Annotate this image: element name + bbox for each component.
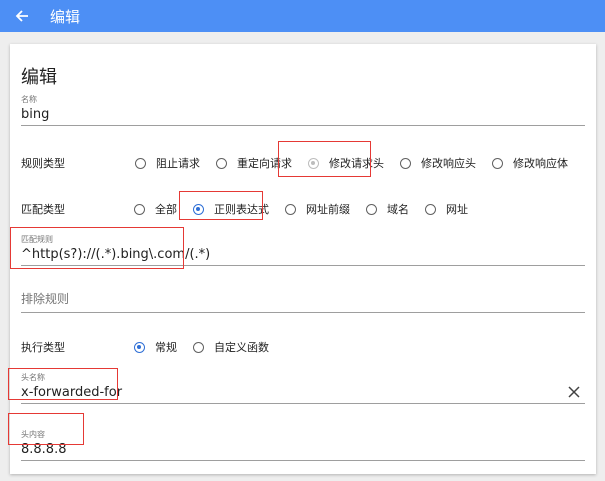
radio-selected-icon[interactable] [134,341,145,353]
name-field[interactable]: 名称 bing [21,94,585,126]
radio-selected-icon[interactable] [193,203,204,215]
option-label: 常规 [155,341,177,354]
app-bar: 编辑 [0,0,605,32]
close-icon [568,386,580,398]
option-label: 正则表达式 [214,203,269,216]
arrow-left-icon [15,10,28,22]
rule-type-option-modify-response-body[interactable]: 修改响应体 [492,155,568,171]
exclude-rule-input[interactable]: 排除规则 [21,290,585,307]
radio-icon[interactable] [134,203,145,215]
radio-icon[interactable] [285,203,296,215]
option-label: 阻止请求 [156,157,200,170]
header-name-underline [21,403,585,404]
card-title: 编辑 [21,67,57,88]
back-button[interactable] [12,6,32,26]
exec-type-row: 执行类型 常规 自定义函数 [21,339,269,355]
header-name-label: 头名称 [21,373,45,382]
exec-type-option-custom-function[interactable]: 自定义函数 [193,339,269,355]
radio-icon[interactable] [193,341,204,353]
header-value-input[interactable]: 8.8.8.8 [21,442,585,457]
rule-type-option-modify-request-header[interactable]: 修改请求头 [308,155,384,171]
header-value-label: 头内容 [21,430,45,439]
option-label: 重定向请求 [237,157,292,170]
option-label: 网址 [446,203,468,216]
option-label: 修改请求头 [329,157,384,170]
option-label: 网址前缀 [306,203,350,216]
radio-icon[interactable] [366,203,377,215]
clear-button[interactable] [567,384,581,398]
app-bar-title: 编辑 [50,7,81,26]
match-rule-label: 匹配规则 [21,235,53,244]
match-type-label: 匹配类型 [21,203,65,216]
match-type-option-regex[interactable]: 正则表达式 [193,201,269,217]
exclude-rule-underline [21,312,585,313]
radio-icon[interactable] [400,157,411,169]
match-rule-underline [21,265,585,266]
edit-card: 编辑 名称 bing 规则类型 阻止请求 重定向请求 修改请求头 修改响应头 修… [10,44,596,474]
option-label: 域名 [387,203,409,216]
name-underline [21,125,585,126]
radio-selected-icon[interactable] [308,157,319,169]
match-type-option-all[interactable]: 全部 [134,201,177,217]
exec-type-option-normal[interactable]: 常规 [134,339,177,355]
match-type-option-url[interactable]: 网址 [425,201,468,217]
rule-type-option-redirect[interactable]: 重定向请求 [216,155,292,171]
match-type-row: 匹配类型 全部 正则表达式 网址前缀 域名 网址 [21,201,468,217]
rule-type-option-modify-response-header[interactable]: 修改响应头 [400,155,476,171]
exec-type-label: 执行类型 [21,341,65,354]
option-label: 自定义函数 [214,341,269,354]
rule-type-label: 规则类型 [21,157,65,170]
name-input[interactable]: bing [21,107,585,122]
match-type-option-url-prefix[interactable]: 网址前缀 [285,201,350,217]
header-value-field[interactable]: 头内容 8.8.8.8 [21,429,585,461]
rule-type-row: 规则类型 阻止请求 重定向请求 修改请求头 修改响应头 修改响应体 [21,155,568,171]
header-value-underline [21,460,585,461]
header-name-field[interactable]: 头名称 x-forwarded-for [21,372,585,404]
exclude-rule-field[interactable]: 排除规则 [21,290,585,313]
match-type-option-domain[interactable]: 域名 [366,201,409,217]
radio-icon[interactable] [135,157,146,169]
option-label: 全部 [155,203,177,216]
match-rule-field[interactable]: 匹配规则 ^http(s?)://(.*).bing\.com/(.*) [21,234,585,266]
header-name-input[interactable]: x-forwarded-for [21,385,585,400]
radio-icon[interactable] [425,203,436,215]
match-rule-input[interactable]: ^http(s?)://(.*).bing\.com/(.*) [21,247,585,262]
option-label: 修改响应体 [513,157,568,170]
radio-icon[interactable] [492,157,503,169]
option-label: 修改响应头 [421,157,476,170]
radio-icon[interactable] [216,157,227,169]
name-label: 名称 [21,95,37,104]
rule-type-option-block[interactable]: 阻止请求 [135,155,200,171]
